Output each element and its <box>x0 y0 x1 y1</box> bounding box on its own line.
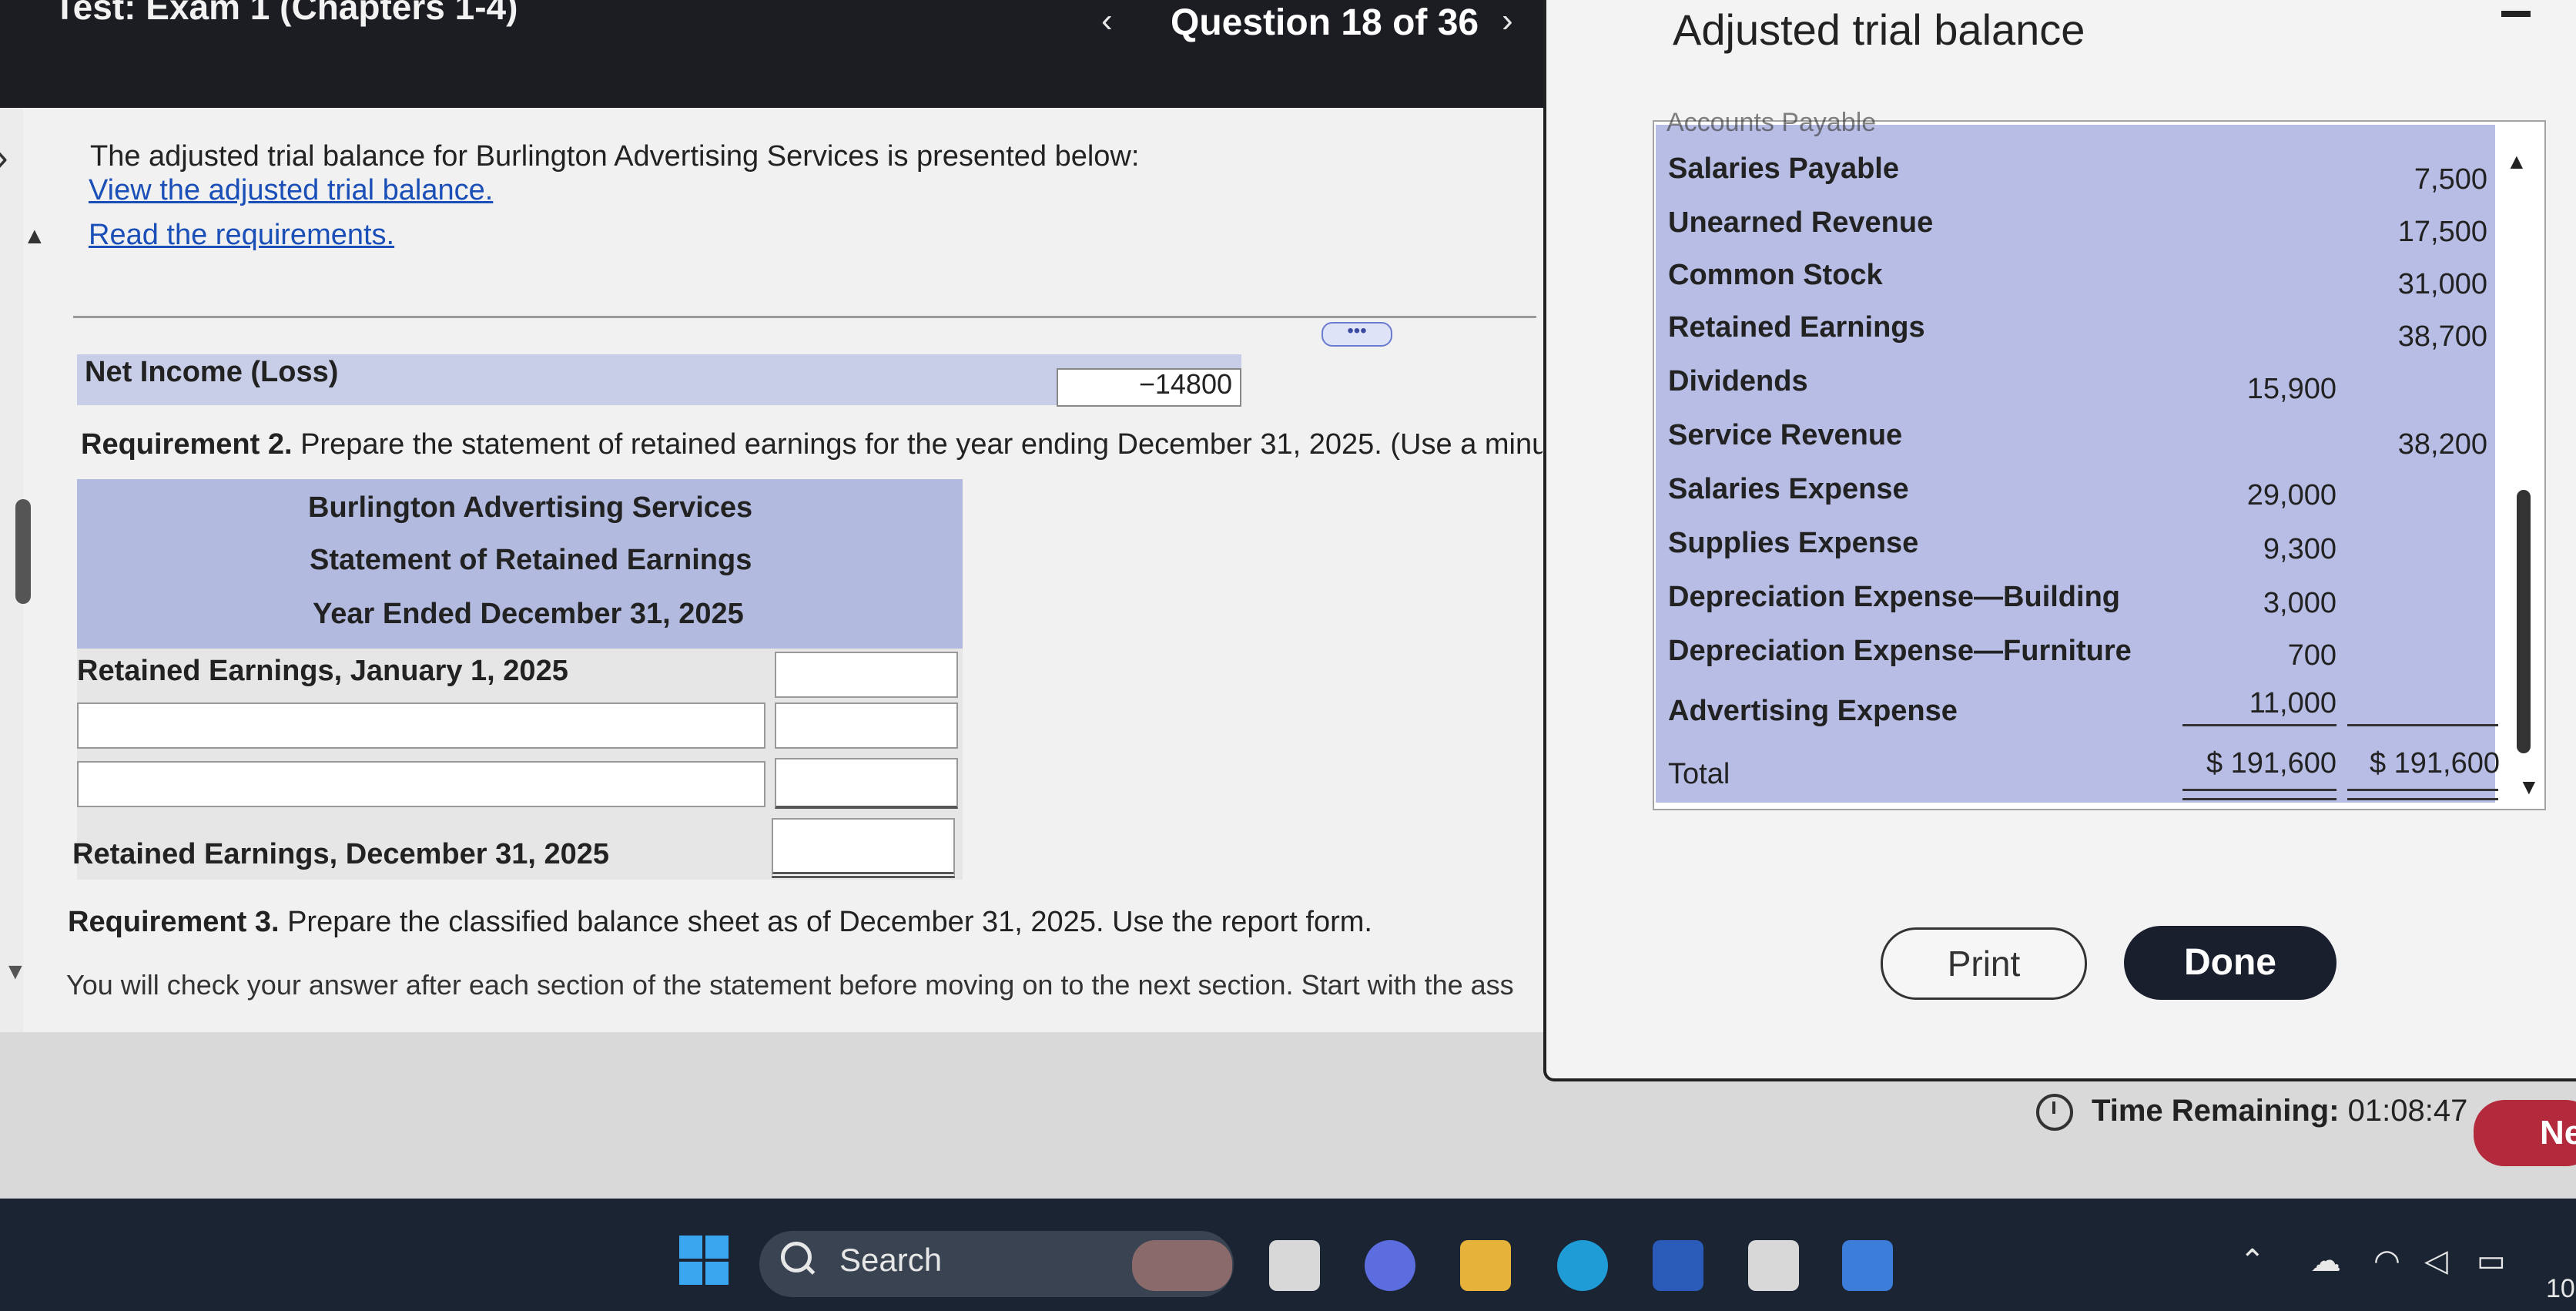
debit-amount: 15,900 <box>2246 373 2336 405</box>
total-credit: $ 191,600 <box>2369 747 2500 780</box>
popup-title: Adjusted trial balance <box>1673 5 2085 54</box>
account-name: Salaries Expense <box>1668 473 1909 505</box>
account-name: Depreciation Expense—Furniture <box>1668 635 2132 667</box>
account-name: Retained Earnings <box>1668 311 1925 344</box>
requirement-2-label: Requirement 2. <box>81 428 293 461</box>
credit-amount: 17,500 <box>2397 216 2487 248</box>
check-answer-note: You will check your answer after each se… <box>66 969 1514 1001</box>
account-name: Unearned Revenue <box>1668 206 1934 239</box>
divider <box>73 316 1536 318</box>
volume-icon[interactable]: ◁ <box>2424 1243 2448 1279</box>
windows-start-icon[interactable] <box>679 1236 729 1285</box>
previous-question-button[interactable]: ‹ <box>1101 2 1113 40</box>
task-view-icon[interactable] <box>1269 1240 1320 1291</box>
wifi-icon[interactable]: ◠ <box>2373 1243 2400 1279</box>
debit-amount: 700 <box>2287 639 2336 672</box>
next-question-button[interactable]: › <box>1502 2 1513 40</box>
problem-intro: The adjusted trial balance for Burlingto… <box>90 140 1140 173</box>
requirement-2-text: Requirement 2. Prepare the statement of … <box>81 428 1543 461</box>
net-income-label: Net Income (Loss) <box>85 356 339 388</box>
tray-chevron-icon[interactable]: ⌃ <box>2239 1243 2266 1279</box>
requirement-3-body: Prepare the classified balance sheet as … <box>279 906 1372 938</box>
popup-scrollbar[interactable] <box>2517 490 2531 753</box>
time-remaining-value: 01:08:47 <box>2347 1094 2468 1128</box>
file-explorer-icon[interactable] <box>1460 1240 1511 1291</box>
statement-line-2-account-input[interactable] <box>77 761 765 807</box>
scroll-down-icon[interactable]: ▼ <box>4 959 27 985</box>
battery-icon[interactable]: ▭ <box>2477 1243 2506 1279</box>
partial-row-label: Accounts Payable <box>1667 108 1877 137</box>
requirement-3-text: Requirement 3. Prepare the classified ba… <box>68 906 1372 939</box>
re-end-label: Retained Earnings, December 31, 2025 <box>72 838 609 870</box>
total-label: Total <box>1668 758 1730 790</box>
view-trial-balance-link[interactable]: View the adjusted trial balance. <box>89 174 493 207</box>
time-remaining: Time Remaining: 01:08:47 <box>2092 1094 2467 1128</box>
popup-scroll-up-icon[interactable]: ▲ <box>2506 149 2527 174</box>
account-name: Salaries Payable <box>1668 153 1899 185</box>
re-end-amount-input[interactable] <box>772 818 955 878</box>
subtotal-rule <box>2347 724 2498 726</box>
total-debit: $ 191,600 <box>2206 747 2336 780</box>
credit-amount: 38,200 <box>2397 428 2487 461</box>
left-scrollbar[interactable] <box>15 499 31 604</box>
minimize-icon[interactable] <box>2501 11 2531 17</box>
re-begin-amount-input[interactable] <box>775 652 958 698</box>
edge-browser-icon[interactable] <box>1557 1240 1608 1291</box>
re-begin-label: Retained Earnings, January 1, 2025 <box>77 655 568 687</box>
debit-amount: 9,300 <box>2263 533 2336 565</box>
next-button[interactable]: Ne <box>2474 1100 2576 1166</box>
clock-icon <box>2036 1094 2073 1131</box>
onedrive-icon[interactable]: ☁ <box>2310 1243 2341 1279</box>
print-button[interactable]: Print <box>1881 927 2087 1000</box>
statement-line-2-amount-input[interactable] <box>775 758 958 809</box>
statement-title: Statement of Retained Earnings <box>310 544 752 576</box>
copilot-icon[interactable] <box>1365 1240 1415 1291</box>
account-name: Advertising Expense <box>1668 695 1958 727</box>
search-highlight-icon[interactable] <box>1132 1240 1232 1291</box>
credit-amount: 7,500 <box>2414 163 2487 196</box>
debit-amount: 11,000 <box>2249 687 2336 719</box>
account-name: Service Revenue <box>1668 419 1903 451</box>
word-icon[interactable] <box>1653 1240 1703 1291</box>
collapse-arrow-icon[interactable]: › <box>0 135 8 179</box>
credit-amount: 31,000 <box>2397 268 2487 300</box>
debit-amount: 3,000 <box>2263 587 2336 619</box>
microsoft-store-icon[interactable] <box>1748 1240 1799 1291</box>
question-counter: Question 18 of 36 <box>1171 2 1479 43</box>
statement-period: Year Ended December 31, 2025 <box>313 598 744 630</box>
statement-company: Burlington Advertising Services <box>308 491 753 524</box>
subtotal-rule <box>2182 724 2336 726</box>
test-title: Test: Exam 1 (Chapters 1-4) <box>54 0 518 27</box>
total-double-rule <box>2182 789 2336 800</box>
read-requirements-link[interactable]: Read the requirements. <box>89 219 394 252</box>
credit-amount: 38,700 <box>2397 320 2487 353</box>
requirement-3-label: Requirement 3. <box>68 906 280 938</box>
taskbar-clock[interactable]: 10 <box>2546 1274 2575 1304</box>
account-name: Supplies Expense <box>1668 527 1919 559</box>
more-button[interactable]: ••• <box>1321 322 1392 347</box>
statement-line-1-account-input[interactable] <box>77 702 765 749</box>
done-button[interactable]: Done <box>2124 926 2336 1000</box>
taskbar-search-label: Search <box>839 1242 943 1278</box>
search-icon <box>781 1242 812 1272</box>
requirement-2-body: Prepare the statement of retained earnin… <box>292 428 1543 461</box>
account-name: Dividends <box>1668 365 1808 397</box>
debit-amount: 29,000 <box>2246 479 2336 511</box>
popup-scroll-down-icon[interactable]: ▼ <box>2518 775 2540 800</box>
account-name: Common Stock <box>1668 259 1883 291</box>
total-double-rule <box>2347 789 2498 800</box>
time-remaining-label: Time Remaining: <box>2092 1094 2340 1128</box>
scroll-up-icon[interactable]: ▲ <box>23 223 46 250</box>
outlook-icon[interactable] <box>1842 1240 1893 1291</box>
account-name: Depreciation Expense—Building <box>1668 581 2120 613</box>
net-income-value: −14800 <box>1138 368 1232 400</box>
statement-line-1-amount-input[interactable] <box>775 702 958 749</box>
